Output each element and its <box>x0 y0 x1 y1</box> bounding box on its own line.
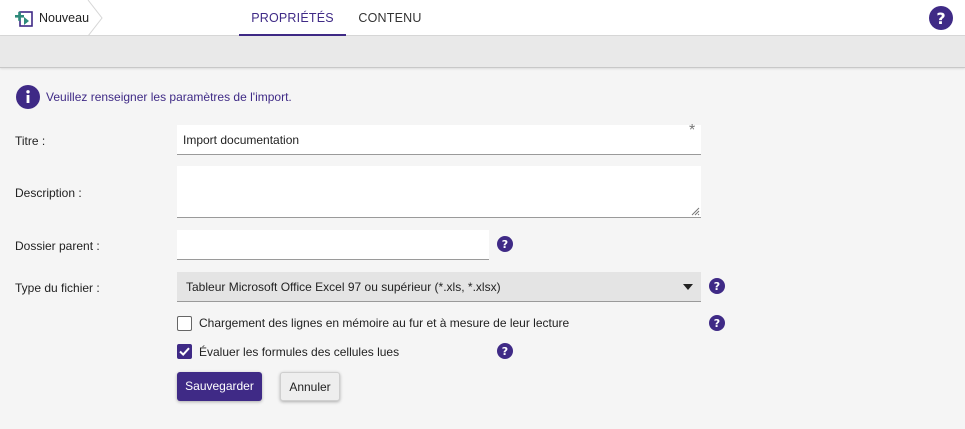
breadcrumb-separator <box>87 0 103 36</box>
new-document-icon <box>15 11 33 27</box>
help-icon[interactable]: ? <box>709 315 725 331</box>
stream-loading-label: Chargement des lignes en mémoire au fur … <box>199 316 570 330</box>
help-icon[interactable]: ? <box>709 278 725 294</box>
top-bar: Nouveau PROPRIÉTÉS CONTENU ? <box>0 0 965 36</box>
tab-content[interactable]: CONTENU <box>350 0 430 36</box>
cancel-button[interactable]: Annuler <box>280 372 340 401</box>
file-type-label: Type du fichier : <box>15 281 100 295</box>
info-icon <box>16 85 40 109</box>
info-message: Veuillez renseigner les paramètres de l'… <box>46 90 292 104</box>
resize-grip-icon[interactable] <box>690 206 700 216</box>
svg-text:?: ? <box>502 345 508 358</box>
help-icon[interactable]: ? <box>929 6 953 30</box>
title-input[interactable] <box>177 125 701 155</box>
file-type-select[interactable]: Tableur Microsoft Office Excel 97 ou sup… <box>177 272 701 302</box>
help-icon[interactable]: ? <box>497 343 513 359</box>
title-label: Titre : <box>15 134 46 148</box>
save-button[interactable]: Sauvegarder <box>177 372 262 401</box>
svg-text:?: ? <box>936 9 945 28</box>
description-textarea[interactable] <box>177 166 701 218</box>
help-icon[interactable]: ? <box>497 236 513 252</box>
required-mark: * <box>689 122 696 139</box>
description-label: Description : <box>15 186 82 200</box>
parent-folder-label: Dossier parent : <box>15 239 100 253</box>
checkmark-icon <box>178 347 190 356</box>
tab-properties[interactable]: PROPRIÉTÉS <box>239 0 346 36</box>
breadcrumb[interactable]: Nouveau <box>0 0 103 36</box>
evaluate-formulas-checkbox[interactable] <box>177 344 192 359</box>
svg-text:?: ? <box>714 317 720 330</box>
stream-loading-checkbox[interactable] <box>177 316 192 331</box>
chevron-down-icon <box>683 284 693 290</box>
svg-text:?: ? <box>714 280 720 293</box>
svg-text:?: ? <box>502 238 508 251</box>
file-type-value: Tableur Microsoft Office Excel 97 ou sup… <box>186 280 501 294</box>
evaluate-formulas-label: Évaluer les formules des cellules lues <box>199 345 400 359</box>
parent-folder-input[interactable] <box>177 230 489 260</box>
breadcrumb-label: Nouveau <box>39 11 90 25</box>
toolbar-band <box>0 36 965 68</box>
